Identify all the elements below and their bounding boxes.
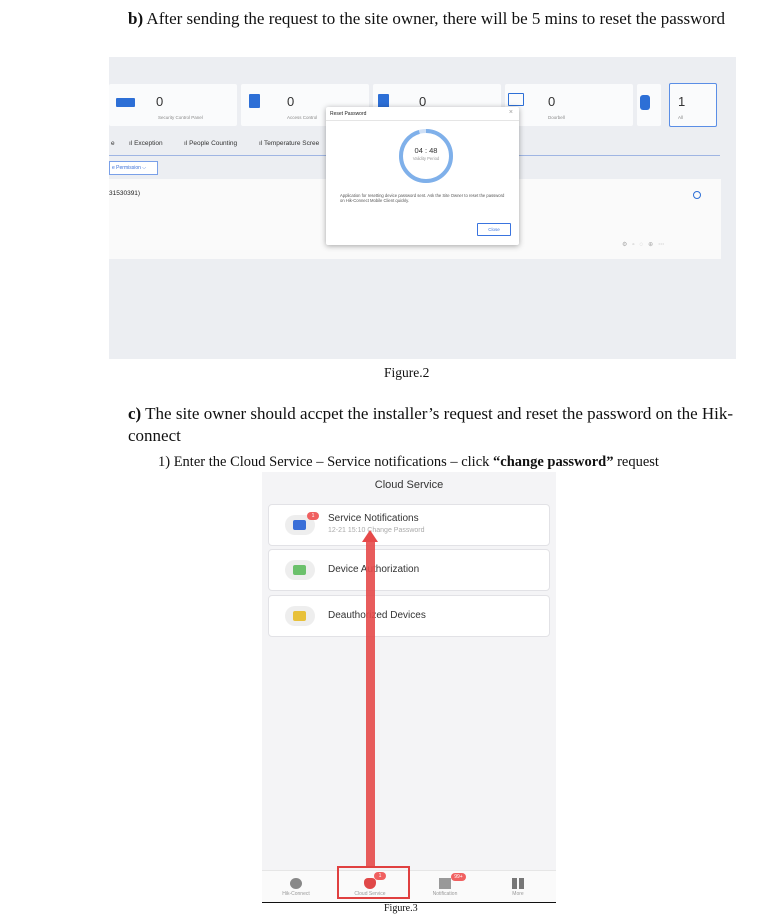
- unread-badge: 1: [307, 512, 319, 520]
- service-notifications-item[interactable]: 1 Service Notifications 12-21 15:10 Chan…: [268, 504, 550, 546]
- reset-password-dialog: Reset Password × 04 : 48 Validity Period…: [326, 107, 519, 245]
- figure-2-caption: Figure.2: [384, 365, 430, 380]
- section-c-marker: c): [128, 404, 142, 423]
- countdown-timer: 04 : 48: [414, 146, 438, 155]
- step-1-prefix: 1) Enter the Cloud Service – Service not…: [158, 454, 494, 470]
- close-button[interactable]: Close: [477, 223, 511, 236]
- red-arrow-head: [362, 530, 378, 542]
- more-icon[interactable]: ⋯: [658, 242, 669, 248]
- step-1-instruction: 1) Enter the Cloud Service – Service not…: [158, 454, 659, 471]
- nav-badge: 99+: [451, 873, 466, 881]
- device-card-security[interactable]: 0 Security Control Panel: [109, 84, 237, 126]
- permission-label: e Permission: [112, 165, 141, 171]
- section-b-marker: b): [128, 9, 144, 28]
- item-label: Service Notifications: [328, 513, 419, 524]
- close-icon[interactable]: ×: [509, 109, 513, 116]
- control-panel-icon: [116, 98, 135, 107]
- section-b-heading: b) After sending the request to the site…: [128, 8, 738, 30]
- tab-fragment: e: [111, 140, 115, 147]
- step-1-suffix: request: [613, 454, 659, 470]
- dialog-message: Application for resetting device passwor…: [340, 193, 505, 203]
- access-control-icon: [249, 94, 260, 108]
- red-arrow-shaft: [366, 540, 375, 868]
- home-icon: [290, 878, 302, 889]
- figure-2-screenshot: 0 Security Control Panel 0 Access Contro…: [109, 57, 736, 359]
- tab-label: Exception: [134, 140, 163, 147]
- settings-icon[interactable]: ⚙: [622, 242, 632, 248]
- device-card-all[interactable]: 1 All: [669, 83, 717, 127]
- figure-3-screenshot: Cloud Service 1 Service Notifications 12…: [262, 472, 556, 902]
- card-count: 0: [548, 94, 556, 109]
- device-authorization-item[interactable]: Device Authorization: [268, 549, 550, 591]
- view-icon[interactable]: ◌: [640, 242, 649, 248]
- cloud-service-highlight-box: [337, 866, 410, 899]
- dialog-divider: [326, 120, 519, 121]
- card-label: Doorbell: [548, 115, 565, 120]
- card-label: Access Control: [287, 115, 318, 120]
- dialog-title: Reset Password: [330, 111, 367, 117]
- section-c-text: The site owner should accpet the install…: [128, 404, 734, 445]
- card-label: Security Control Panel: [158, 115, 203, 120]
- validity-period-label: Validity Period: [412, 156, 440, 161]
- device-serial: 31530391): [109, 190, 141, 197]
- step-1-bold: “change password”: [493, 454, 614, 470]
- doorbell-icon: [640, 95, 650, 110]
- card-count: 0: [287, 94, 295, 109]
- authorization-icon: [285, 560, 315, 580]
- device-card-doorbell[interactable]: 0 Doorbell: [505, 84, 633, 126]
- section-b-text: After sending the request to the site ow…: [143, 9, 726, 28]
- nav-label: Notification: [432, 891, 458, 897]
- deauthorized-devices-item[interactable]: Deauthorized Devices: [268, 595, 550, 637]
- tab-label: Temperature Scree: [263, 140, 320, 147]
- camera-icon: [508, 93, 524, 106]
- item-label: Deauthorized Devices: [328, 610, 426, 621]
- card-count: 1: [678, 94, 686, 109]
- add-icon[interactable]: ⊕: [648, 242, 658, 248]
- deauthorized-icon: [285, 606, 315, 626]
- nav-label: Hik-Connect: [282, 891, 310, 897]
- device-icon: [378, 94, 389, 108]
- delete-icon[interactable]: ▫: [632, 242, 639, 248]
- info-icon[interactable]: [693, 191, 701, 199]
- chevron-down-icon: ⌵: [142, 165, 147, 171]
- doorbell-icon-cell: [637, 84, 661, 126]
- card-count: 0: [156, 94, 164, 109]
- page-title: Cloud Service: [374, 479, 444, 491]
- nav-label: More: [512, 891, 524, 897]
- permission-dropdown[interactable]: e Permission ⌵: [109, 161, 158, 175]
- tab-exception[interactable]: ıl Exception: [129, 140, 163, 147]
- section-c-heading: c) The site owner should accpet the inst…: [128, 403, 748, 447]
- mail-icon: [439, 878, 451, 889]
- tab-label: People Counting: [189, 140, 238, 147]
- device-actions[interactable]: ⚙▫◌⊕⋯: [622, 241, 669, 248]
- grid-icon: [512, 878, 524, 889]
- tab-temperature[interactable]: ıl Temperature Scree: [259, 140, 319, 147]
- card-label: All: [678, 115, 684, 120]
- tab-people-counting[interactable]: ıl People Counting: [184, 140, 237, 147]
